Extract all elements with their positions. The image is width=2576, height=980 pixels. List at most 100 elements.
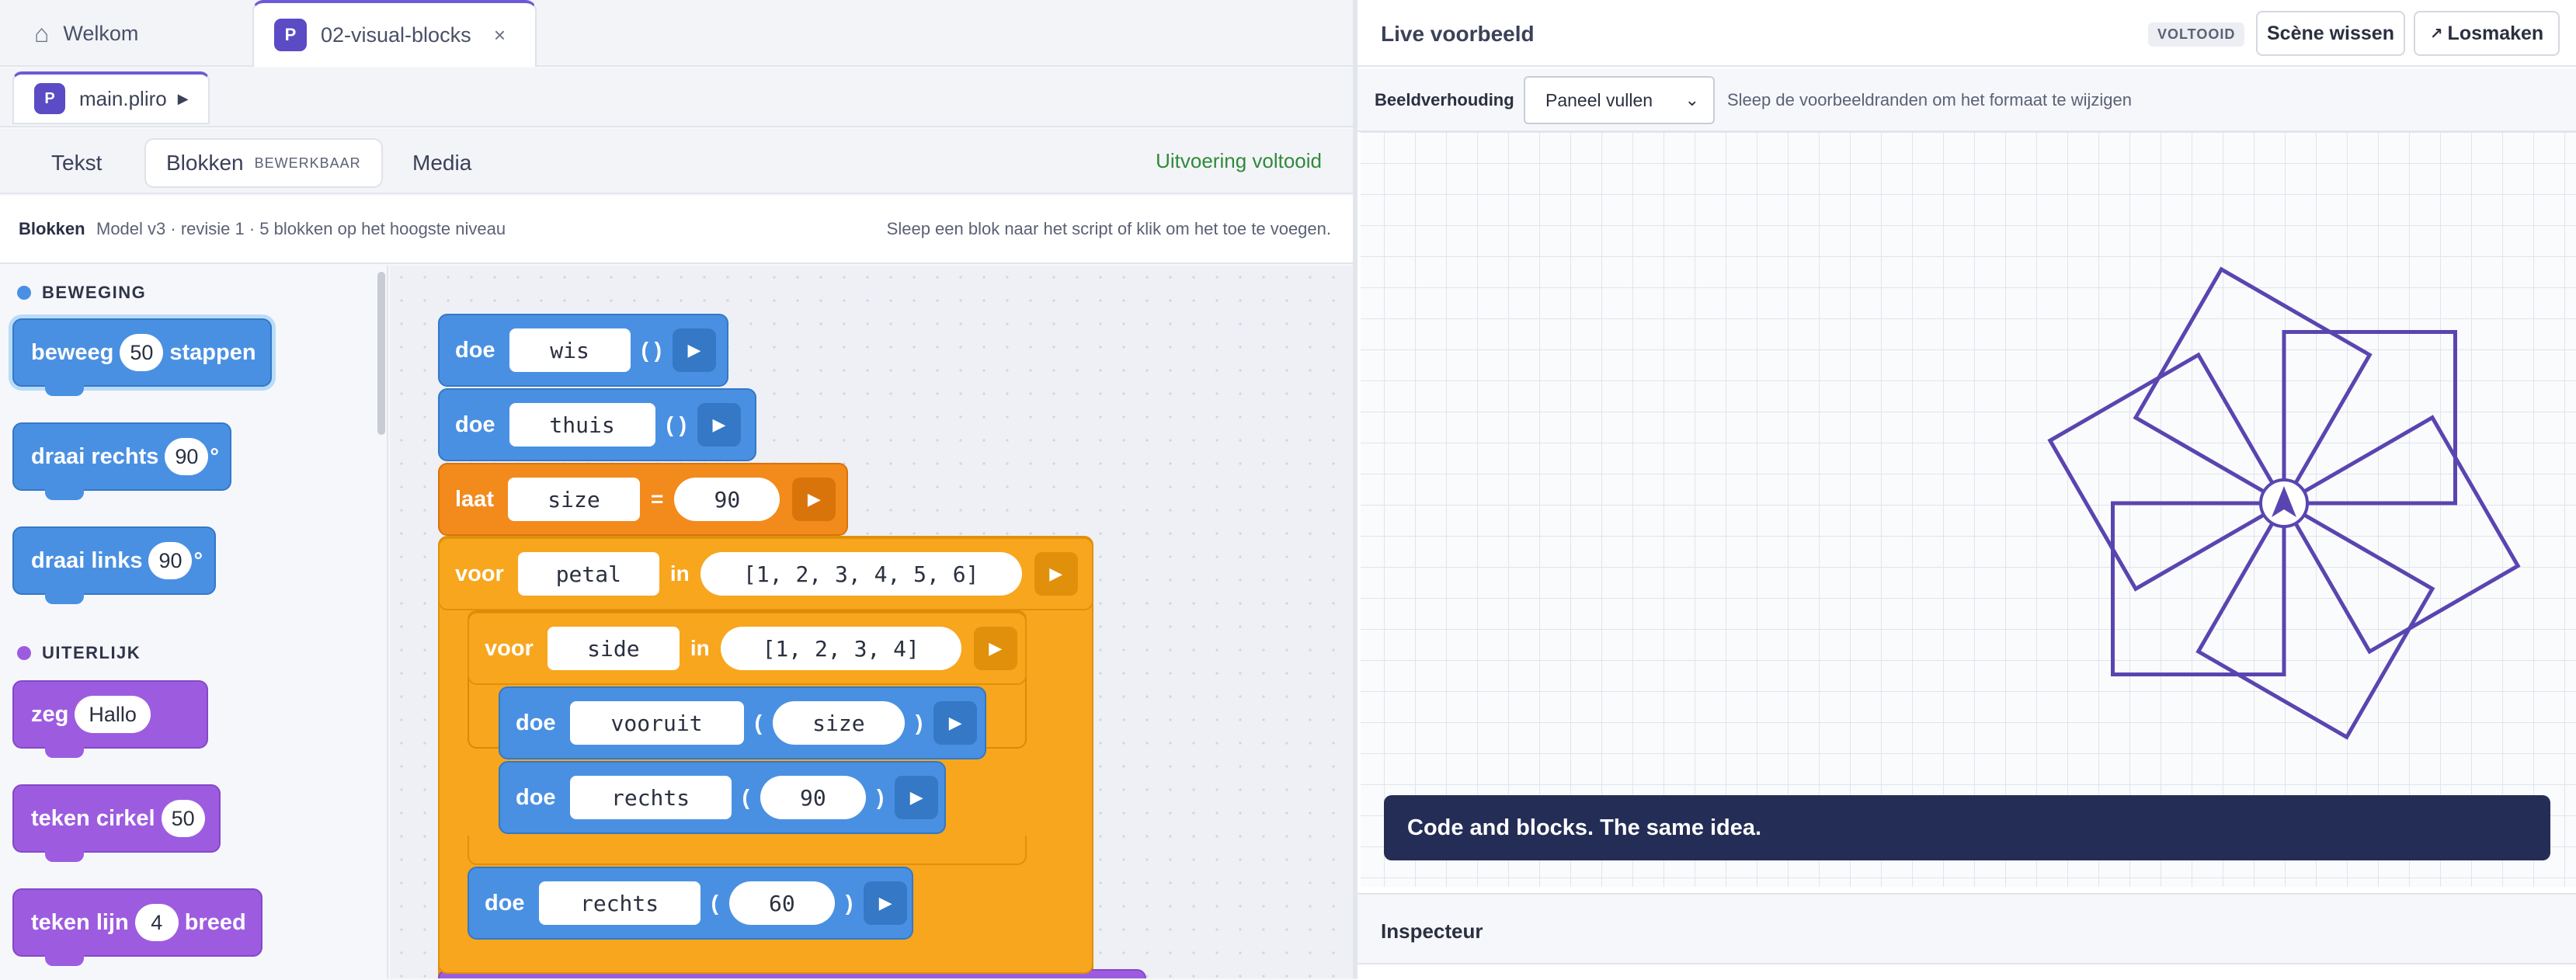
block-text: beweeg (31, 339, 114, 365)
run-block-icon[interactable]: ▶ (673, 328, 716, 372)
block-notch (45, 488, 84, 500)
block-keyword: laat (455, 486, 494, 512)
script-block-rechts-60[interactable]: doe rechts ( 60 ) ▶ (468, 867, 913, 940)
run-block-icon[interactable]: ▶ (697, 403, 741, 447)
palette-block-teken-cirkel[interactable]: teken cirkel 50 (12, 784, 221, 862)
block-field[interactable]: thuis (509, 403, 655, 447)
turtle-icon (2259, 478, 2309, 528)
tab-tekst[interactable]: Tekst (31, 138, 122, 188)
blocks-label: Blokken (19, 219, 85, 238)
close-icon[interactable]: × (494, 23, 506, 47)
run-block-icon[interactable]: ▶ (973, 627, 1017, 670)
aspect-ratio-label: Beeldverhouding (1375, 90, 1514, 109)
tab-media-label: Media (412, 151, 472, 175)
block-text: breed (184, 909, 246, 935)
preview-stage[interactable] (1361, 132, 2576, 887)
block-text: ° (193, 547, 203, 573)
block-field[interactable]: wis (509, 328, 631, 372)
script-block-rechts-90[interactable]: doe rechts ( 90 ) ▶ (499, 761, 946, 834)
play-icon[interactable]: ▶ (178, 91, 189, 107)
run-block-icon[interactable]: ▶ (933, 701, 978, 745)
script-block-vooruit[interactable]: doe vooruit ( size ) ▶ (499, 686, 986, 759)
model-meta: Model v3 · revisie 1 · 5 blokken op het … (96, 219, 506, 238)
category-dot-icon (17, 646, 31, 660)
block-value[interactable]: 90 (674, 478, 780, 521)
script-workspace[interactable]: doe wis ( ) ▶ doe thuis ( ) ▶ laat size … (390, 266, 1353, 978)
block-list[interactable]: [1, 2, 3, 4] (720, 627, 961, 670)
block-text: teken cirkel (31, 805, 155, 831)
preview-header: Live voorbeeld VOLTOOID Scène wissen ↗ L… (1358, 0, 2576, 67)
inspector-panel: Inspecteur (1358, 893, 2576, 980)
category-uiterlijk[interactable]: UITERLIJK (17, 643, 141, 663)
block-keyword: voor (485, 635, 534, 661)
category-beweging[interactable]: BEWEGING (17, 283, 146, 303)
block-keyword: doe (516, 710, 556, 735)
block-paren: ( (711, 891, 718, 915)
block-field[interactable]: vooruit (569, 701, 744, 745)
block-value[interactable]: 50 (161, 800, 205, 837)
tab-media[interactable]: Media (392, 138, 492, 188)
block-value[interactable]: 90 (148, 542, 193, 579)
file-badge-icon: P (34, 83, 65, 114)
home-icon: ⌂ (34, 19, 50, 47)
loop-footer-side (468, 836, 1027, 865)
tab-welkom[interactable]: ⌂ Welkom (28, 0, 245, 67)
category-dot-icon (17, 286, 31, 300)
block-field[interactable]: rechts (569, 776, 732, 819)
block-field[interactable]: side (547, 627, 680, 670)
block-value[interactable]: 60 (728, 881, 835, 925)
tab-02-visual-blocks[interactable]: P 02-visual-blocks × (252, 0, 537, 67)
block-paren: ( (754, 711, 762, 735)
block-list[interactable]: [1, 2, 3, 4, 5, 6] (700, 552, 1022, 596)
block-text: stappen (169, 339, 256, 365)
inspector-title: Inspecteur (1381, 919, 1483, 943)
tab-tekst-label: Tekst (51, 151, 103, 175)
drawing-petal (2195, 501, 2435, 740)
block-value[interactable]: size (772, 701, 905, 745)
run-block-icon[interactable]: ▶ (864, 881, 908, 925)
block-text: teken lijn (31, 909, 129, 935)
editor-pane: ⌂ Welkom P 02-visual-blocks × P main.pli… (0, 0, 1353, 978)
file-chip-main[interactable]: P main.pliro ▶ (12, 71, 210, 124)
block-args: ( ) (641, 338, 662, 362)
script-block-laat-size[interactable]: laat size = 90 ▶ (438, 463, 848, 536)
run-block-icon[interactable]: ▶ (792, 478, 836, 521)
script-block-wis[interactable]: doe wis ( ) ▶ (438, 314, 728, 387)
palette-block-draai-links[interactable]: draai links 90 ° (12, 526, 216, 604)
block-field[interactable]: petal (517, 552, 659, 596)
block-field[interactable]: rechts (538, 881, 700, 925)
file-name: main.pliro (79, 86, 167, 110)
detach-button[interactable]: ↗ Losmaken (2414, 11, 2560, 56)
palette-block-teken-lijn[interactable]: teken lijn 4 breed (12, 888, 262, 966)
loop-footer-petal (438, 941, 1093, 974)
palette-scrollbar[interactable] (377, 272, 385, 435)
block-notch (45, 592, 84, 604)
run-status: Uitvoering voltooid (1156, 149, 1322, 172)
block-paren: ( (742, 785, 749, 809)
palette-block-beweeg[interactable]: beweeg 50 stappen (12, 318, 272, 396)
block-value[interactable]: 50 (120, 334, 164, 371)
palette-block-draai-rechts[interactable]: draai rechts 90 ° (12, 422, 231, 500)
aspect-ratio-select[interactable]: Paneel vullen ⌄ (1524, 76, 1715, 124)
block-keyword: doe (455, 412, 495, 437)
block-field[interactable]: size (507, 478, 640, 521)
block-keyword: in (669, 561, 690, 586)
script-block-voor-petal[interactable]: voor petal in [1, 2, 3, 4, 5, 6] ▶ (438, 537, 1093, 610)
block-value[interactable]: 90 (165, 438, 209, 475)
blocks-info-bar: Blokken Model v3 · revisie 1 · 5 blokken… (0, 196, 1353, 264)
tab-blokken-label: Blokken (166, 151, 244, 175)
project-badge-icon: P (274, 19, 307, 51)
run-block-icon[interactable]: ▶ (895, 776, 939, 819)
block-value[interactable]: 4 (134, 904, 179, 941)
script-block-thuis[interactable]: doe thuis ( ) ▶ (438, 388, 756, 461)
preview-title: Live voorbeeld (1381, 22, 1535, 46)
tooltip-banner: Code and blocks. The same idea. (1384, 795, 2550, 860)
run-block-icon[interactable]: ▶ (1034, 552, 1078, 596)
palette-block-zeg[interactable]: zeg Hallo (12, 680, 208, 758)
tab-blokken[interactable]: Blokken BEWERKBAAR (144, 138, 383, 188)
tab-welkom-label: Welkom (63, 21, 139, 45)
block-value[interactable]: 90 (760, 776, 866, 819)
clear-scene-button[interactable]: Scène wissen (2256, 11, 2405, 56)
script-block-voor-side[interactable]: voor side in [1, 2, 3, 4] ▶ (468, 612, 1027, 685)
block-value[interactable]: Hallo (75, 696, 151, 733)
